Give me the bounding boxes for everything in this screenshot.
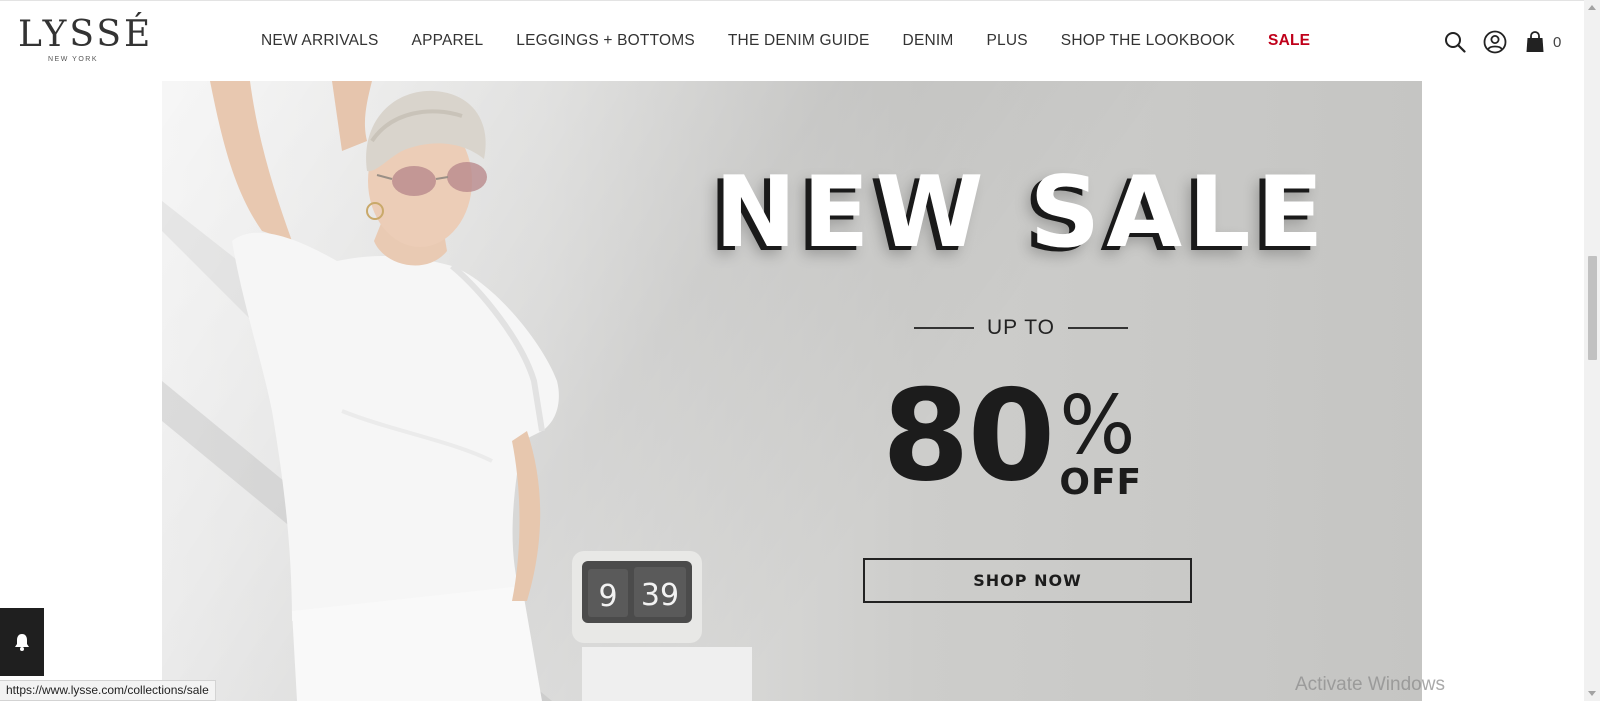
- scroll-down-arrow-icon[interactable]: [1588, 691, 1596, 696]
- hero-banner[interactable]: 9 39 NEW SALE UP TO 80 % OFF SHOP NOW: [162, 81, 1422, 701]
- os-activation-watermark: Activate Windows: [1295, 674, 1445, 695]
- divider-left: [914, 327, 974, 329]
- search-icon[interactable]: [1442, 29, 1468, 55]
- page: LYSSÉ NEW YORK NEW ARRIVALS APPAREL LEGG…: [0, 0, 1600, 701]
- scroll-up-arrow-icon[interactable]: [1588, 5, 1596, 10]
- cart-count[interactable]: 0: [1553, 34, 1561, 51]
- brand-tagline: NEW YORK: [48, 56, 98, 63]
- site-header: LYSSÉ NEW YORK NEW ARRIVALS APPAREL LEGG…: [0, 0, 1584, 81]
- nav-item-apparel[interactable]: APPAREL: [412, 32, 484, 50]
- brand-logo[interactable]: LYSSÉ NEW YORK: [18, 14, 154, 64]
- up-to-label: UP TO: [914, 313, 1128, 343]
- clock-minute: 39: [641, 578, 679, 613]
- main-nav: NEW ARRIVALS APPAREL LEGGINGS + BOTTOMS …: [261, 29, 1343, 53]
- user-circle-icon[interactable]: [1482, 29, 1508, 55]
- header-icons: 0: [1442, 27, 1561, 57]
- clock-hour: 9: [598, 579, 617, 614]
- nav-item-leggings-bottoms[interactable]: LEGGINGS + BOTTOMS: [516, 32, 695, 50]
- divider-right: [1068, 327, 1128, 329]
- status-bar-url: https://www.lysse.com/collections/sale: [0, 680, 216, 701]
- nav-item-lookbook[interactable]: SHOP THE LOOKBOOK: [1061, 32, 1235, 50]
- scrollbar-thumb[interactable]: [1588, 256, 1597, 360]
- off-label: OFF: [1059, 462, 1143, 503]
- flip-clock-prop: 9 39: [572, 551, 752, 701]
- nav-item-new-arrivals[interactable]: NEW ARRIVALS: [261, 32, 379, 50]
- percent-sign: %: [1059, 379, 1136, 472]
- discount-display: 80 % OFF: [882, 371, 1142, 501]
- shop-now-button[interactable]: SHOP NOW: [863, 558, 1192, 603]
- discount-suffix: % OFF: [1059, 379, 1143, 503]
- nav-item-denim[interactable]: DENIM: [903, 32, 954, 50]
- nav-item-plus[interactable]: PLUS: [987, 32, 1028, 50]
- model-photo: 9 39: [162, 81, 752, 701]
- discount-number: 80: [882, 362, 1055, 509]
- page-scrollbar[interactable]: [1584, 0, 1600, 701]
- hero-headline: NEW SALE: [714, 156, 1330, 270]
- nav-item-denim-guide[interactable]: THE DENIM GUIDE: [728, 32, 870, 50]
- shopping-bag-icon[interactable]: [1522, 29, 1548, 55]
- up-to-text: UP TO: [986, 316, 1056, 339]
- brand-name: LYSSÉ: [18, 14, 154, 55]
- notification-widget[interactable]: [0, 608, 44, 676]
- bell-icon: [15, 634, 29, 651]
- nav-item-sale[interactable]: SALE: [1268, 32, 1310, 50]
